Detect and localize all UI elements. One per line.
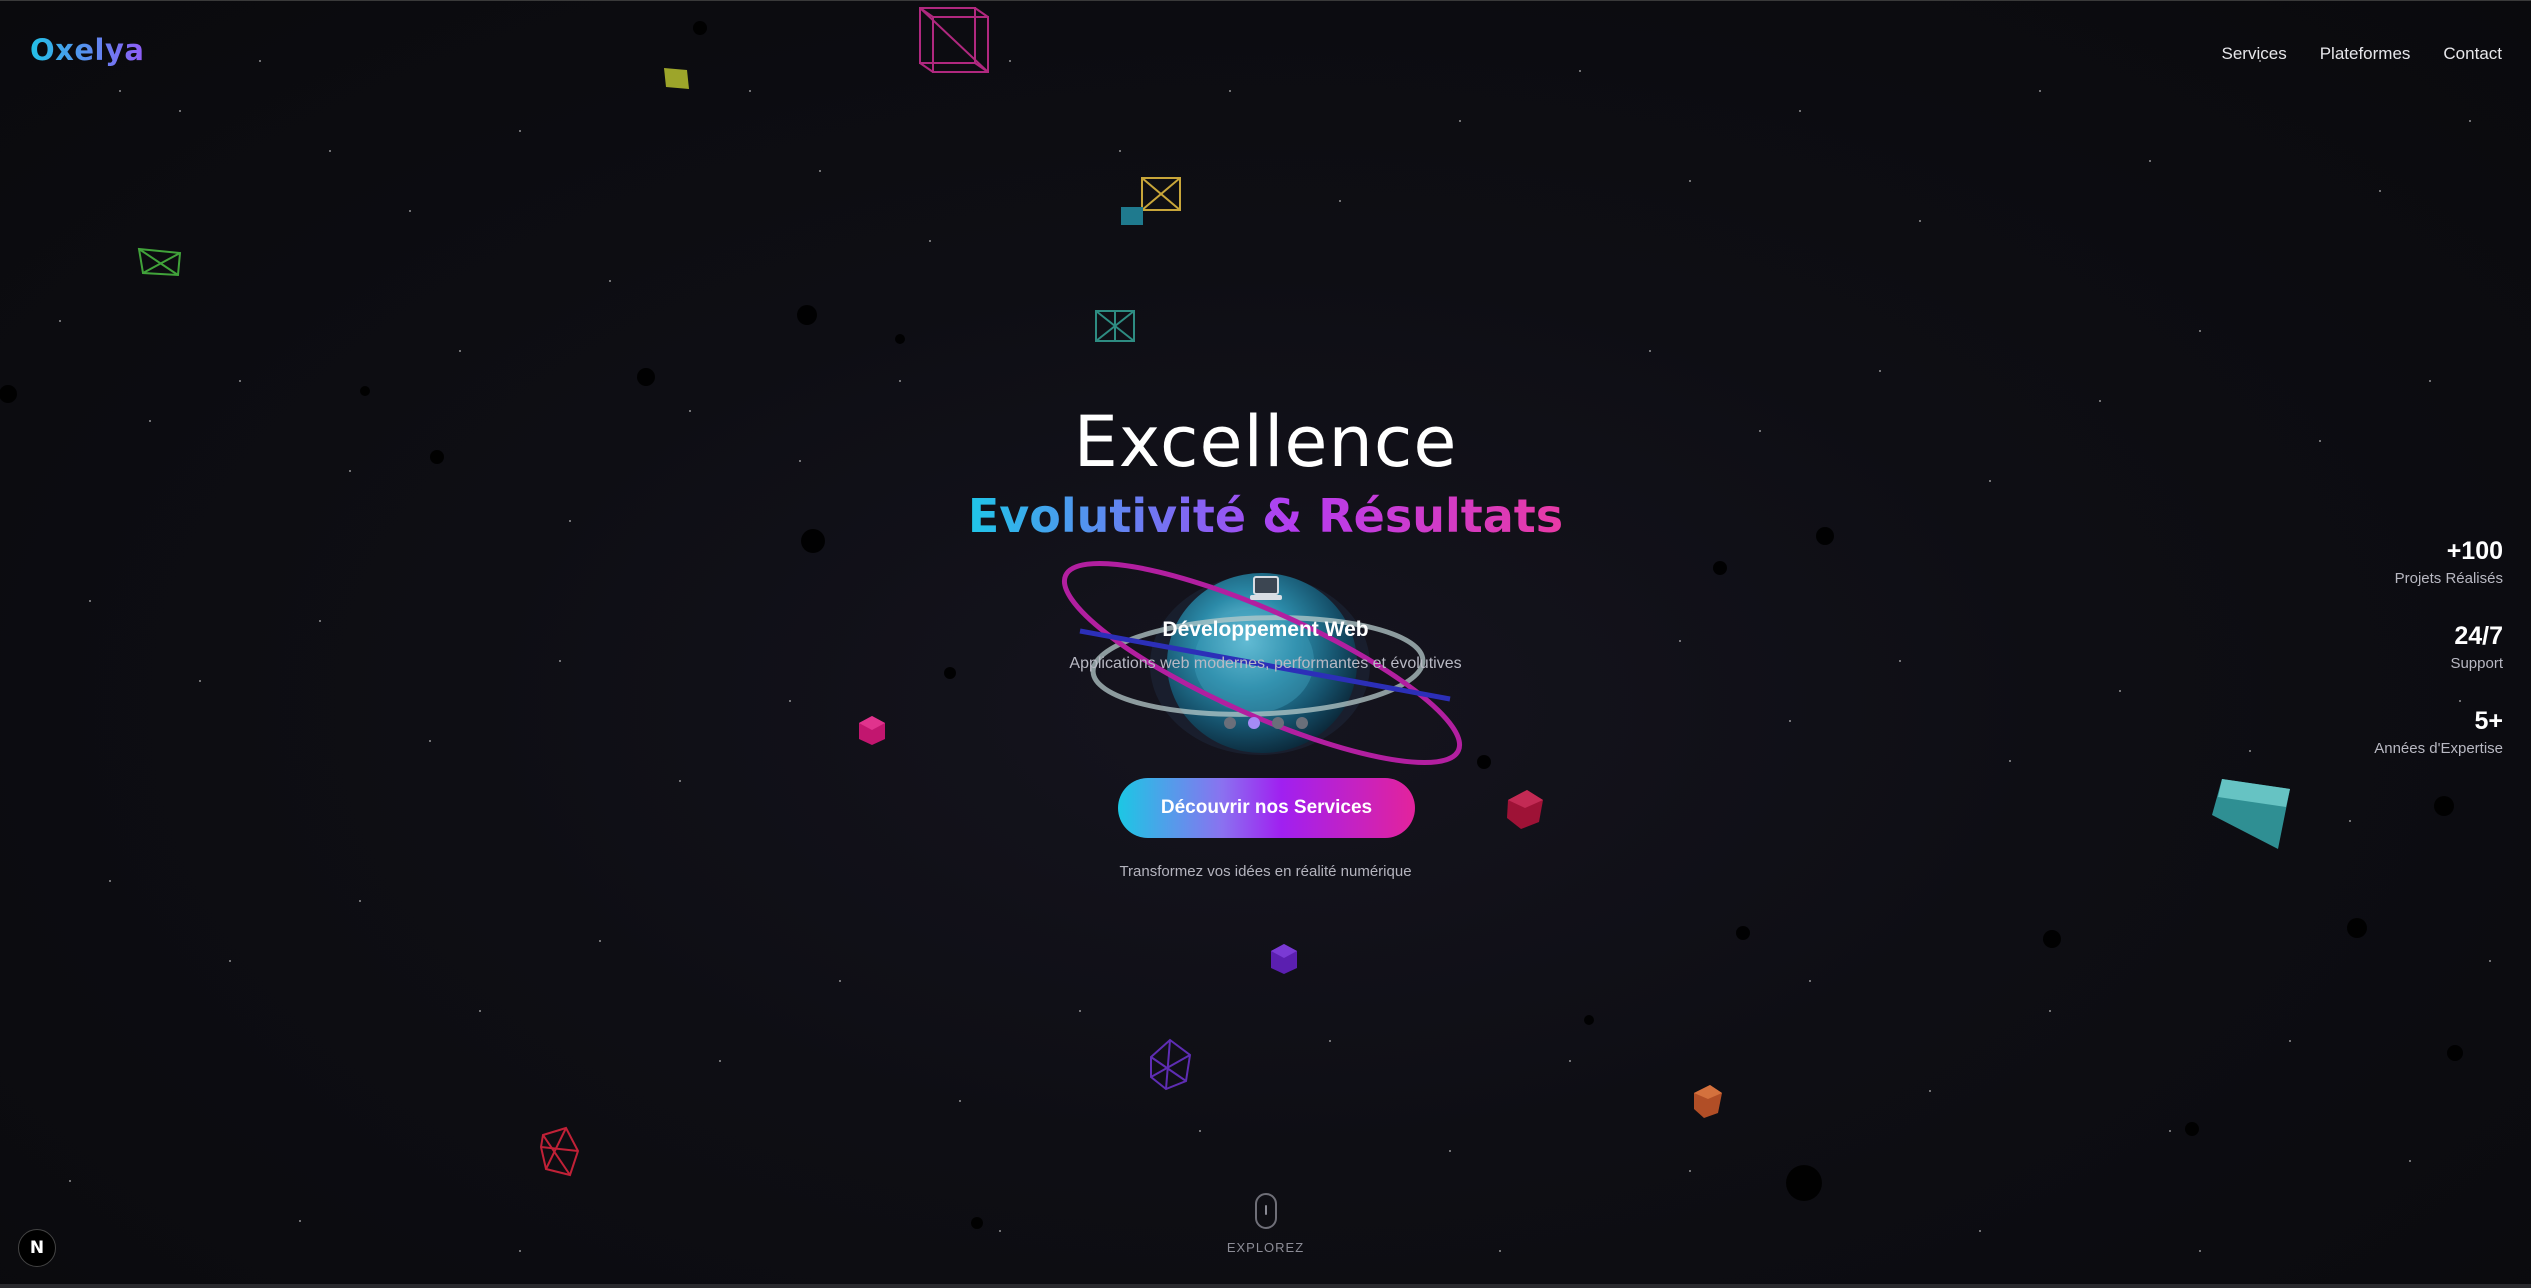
hero-subtitle-text: Evolutivité & Résultats: [967, 489, 1564, 543]
scroll-indicator-label: EXPLOREZ: [1226, 1240, 1305, 1255]
nav-link-contact[interactable]: Contact: [2443, 44, 2502, 64]
discover-services-button[interactable]: Découvrir nos Services: [1118, 778, 1415, 838]
cube-olive: [664, 68, 689, 89]
stat-label: Années d'Expertise: [2374, 740, 2503, 757]
nextjs-icon[interactable]: N: [18, 1229, 56, 1267]
stat-projects: +100 Projets Réalisés: [2374, 536, 2503, 587]
carousel-dot-3[interactable]: [1271, 717, 1284, 729]
wireframe-cube-red: [539, 1126, 580, 1177]
stat-label: Projets Réalisés: [2394, 570, 2503, 587]
scroll-indicator[interactable]: EXPLOREZ: [0, 1193, 2531, 1255]
laptop-icon: [1250, 576, 1282, 600]
carousel-dot-1[interactable]: [1223, 717, 1236, 729]
wireframe-cube-violet: [1150, 1038, 1192, 1091]
wireframe-cube-teal: [1095, 310, 1135, 342]
cube-crimson: [1507, 790, 1543, 829]
nav-link-services[interactable]: Services: [2222, 44, 2287, 64]
stat-label: Support: [2450, 655, 2503, 672]
carousel-dot-4[interactable]: [1295, 717, 1308, 729]
cube-purple: [1271, 944, 1297, 974]
stat-value: 5+: [2474, 707, 2503, 735]
service-description: Applications web modernes, performantes …: [1069, 655, 1462, 672]
hero-subtitle: Evolutivité & Résultats: [0, 489, 2531, 543]
stat-value: 24/7: [2454, 622, 2503, 650]
stat-value: +100: [2446, 537, 2503, 565]
brand-logo[interactable]: Oxelya: [30, 33, 144, 67]
cube-orange: [1694, 1085, 1722, 1118]
stat-support: 24/7 Support: [2374, 621, 2503, 672]
carousel-dots: [0, 717, 2531, 729]
service-title: Développement Web: [1162, 618, 1369, 641]
hero-tagline: Transformez vos idées en réalité numériq…: [1119, 863, 1412, 880]
mouse-icon: [1254, 1193, 1277, 1229]
main-nav: Services Plateformes Contact: [2222, 44, 2502, 64]
hero-title: Excellence: [1073, 401, 1458, 483]
stat-experience: 5+ Années d'Expertise: [2374, 706, 2503, 757]
stats-panel: +100 Projets Réalisés 24/7 Support 5+ An…: [2374, 536, 2503, 791]
cube-teal-large: [2212, 779, 2290, 849]
wireframe-cube-yellow: [1121, 177, 1181, 225]
nav-link-plateformes[interactable]: Plateformes: [2320, 44, 2411, 64]
wireframe-cube-magenta: [919, 7, 989, 73]
wireframe-tile-green: [137, 247, 182, 277]
page: Oxelya Services Plateformes Contact Exce…: [0, 0, 2531, 1288]
carousel-dot-2[interactable]: [1247, 717, 1260, 729]
bottom-border: [0, 1284, 2531, 1288]
